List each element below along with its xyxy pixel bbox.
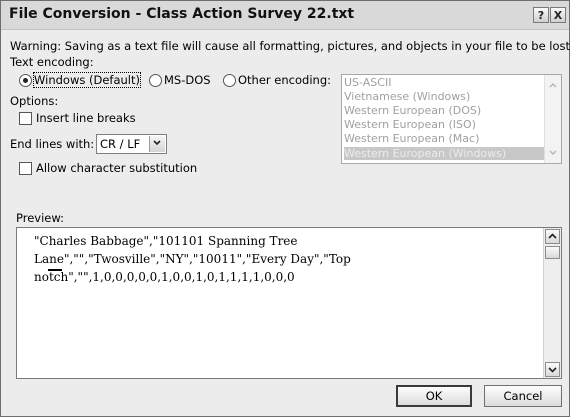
radio-windows-default[interactable] [19,74,32,87]
cancel-button[interactable]: Cancel [484,385,562,407]
radio-other-encoding-label[interactable]: Other encoding: [238,73,331,87]
options-label: Options: [10,94,59,108]
allow-char-substitution-label[interactable]: Allow character substitution [36,161,197,175]
encoding-option-selected[interactable]: Western European (Windows) [344,147,544,160]
warning-text: Warning: Saving as a text file will caus… [10,39,570,53]
insert-line-breaks-checkbox[interactable] [19,112,32,125]
encoding-list-scrollbar[interactable] [544,75,561,163]
end-lines-with-select[interactable]: CR / LF [96,134,167,154]
scroll-down-glyph [548,367,557,373]
preview-box[interactable]: "Charles Babbage","101101 Spanning Tree … [16,227,562,379]
scroll-down-icon[interactable] [545,362,560,377]
encoding-option[interactable]: Western European (Mac) [344,132,479,145]
file-conversion-dialog: File Conversion - Class Action Survey 22… [0,0,570,417]
text-encoding-label: Text encoding: [10,55,94,69]
end-lines-with-label: End lines with: [10,137,95,151]
encoding-option[interactable]: Western European (ISO) [344,118,476,131]
preview-text: "Charles Babbage","101101 Spanning Tree … [34,234,351,284]
preview-scrollbar[interactable] [543,228,561,378]
encoding-listbox[interactable]: US-ASCII Vietnamese (Windows) Western Eu… [341,74,562,164]
preview-label: Preview: [16,211,65,225]
radio-windows-default-label[interactable]: Windows (Default) [33,72,141,88]
scroll-thumb[interactable] [545,246,560,259]
encoding-option[interactable]: Vietnamese (Windows) [344,90,470,103]
radio-other-encoding[interactable] [223,74,236,87]
chevron-down-icon[interactable] [149,136,165,152]
close-icon[interactable]: X [550,7,566,23]
encoding-option[interactable]: Western European (DOS) [344,104,481,117]
radio-ms-dos[interactable] [149,74,162,87]
end-lines-with-value: CR / LF [100,137,141,151]
allow-char-substitution-checkbox[interactable] [19,162,32,175]
chevron-up-icon[interactable] [549,81,557,89]
chevron-down-glyph [153,140,161,146]
scroll-up-icon[interactable] [545,229,560,244]
encoding-option[interactable]: US-ASCII [344,76,391,89]
radio-ms-dos-label[interactable]: MS-DOS [164,73,211,87]
window-title: File Conversion - Class Action Survey 22… [9,6,355,22]
scroll-up-glyph [548,233,557,239]
title-bar[interactable]: File Conversion - Class Action Survey 22… [1,1,569,30]
chevron-down-icon[interactable] [549,149,557,157]
insert-line-breaks-label[interactable]: Insert line breaks [36,111,136,125]
ok-button[interactable]: OK [396,385,472,407]
text-cursor [48,269,62,271]
help-icon[interactable]: ? [533,7,549,23]
radio-selected-dot [23,78,28,83]
